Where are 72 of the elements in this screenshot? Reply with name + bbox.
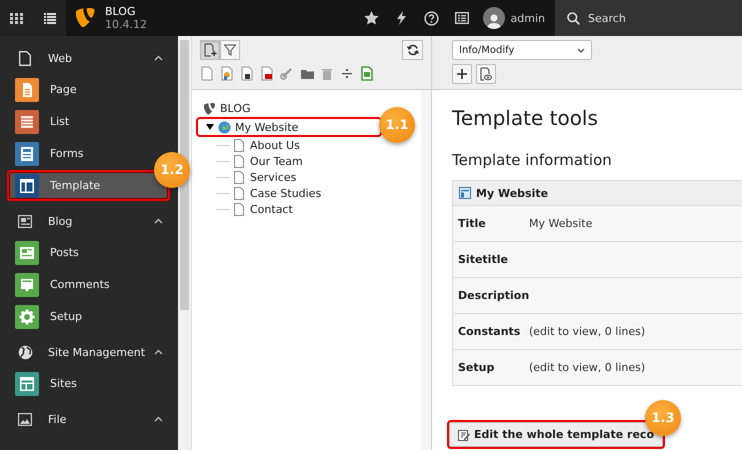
page-eye-icon <box>480 67 492 81</box>
filter-icon <box>224 44 236 56</box>
lightning-icon <box>397 11 406 25</box>
tree-node[interactable]: Contact <box>196 201 293 217</box>
sidebar-group-header[interactable]: Web <box>0 43 178 73</box>
field-value: (edit to view, 0 lines) <box>529 361 646 374</box>
section-title: Template information <box>452 150 613 170</box>
star-icon <box>364 11 380 25</box>
search-icon <box>567 12 580 24</box>
sidebar-item[interactable]: Page <box>7 74 152 105</box>
filter-button[interactable] <box>220 40 240 60</box>
sidebar-item[interactable]: Forms <box>7 138 152 169</box>
version-label: 10.4.12 <box>105 18 147 31</box>
newspaper-icon <box>18 214 32 228</box>
tree-node[interactable]: About Us <box>196 137 300 153</box>
page-icon <box>19 50 31 66</box>
module-menu-dropdown[interactable]: Info/Modify <box>452 40 592 60</box>
sidebar-item[interactable]: List <box>7 106 152 137</box>
logo-icon <box>76 8 96 28</box>
globe-icon <box>218 120 231 134</box>
globe-icon <box>18 344 32 360</box>
new-page-button[interactable] <box>200 40 220 60</box>
sidebar-item[interactable]: Sites <box>7 368 152 399</box>
sidebar-item[interactable]: Posts <box>7 237 152 268</box>
chevron-down-icon <box>577 48 585 52</box>
page-icon <box>234 154 244 168</box>
edit-icon <box>458 428 470 440</box>
field-value: My Website <box>529 217 592 230</box>
page-icon <box>234 202 244 216</box>
page-icon[interactable] <box>240 66 254 81</box>
list-icon <box>44 12 56 24</box>
user-menu[interactable]: admin <box>482 0 545 36</box>
help-icon <box>424 10 440 26</box>
tree-root[interactable]: BLOG <box>196 100 250 117</box>
edit-record-button[interactable]: Edit the whole template reco <box>449 422 663 447</box>
divider-icon[interactable] <box>340 66 354 81</box>
page-icon <box>234 138 244 152</box>
grid-icon <box>10 12 23 24</box>
sidebar-group-header[interactable]: Blog <box>0 206 178 236</box>
sidebar-item[interactable]: Comments <box>7 269 152 300</box>
page-plus-icon <box>204 43 216 57</box>
field-label: Sitetitle <box>458 253 509 266</box>
sidebar-item[interactable]: Setup <box>7 301 152 332</box>
layout-icon <box>459 187 471 199</box>
callout-badge: 1.1 <box>379 107 415 143</box>
logo-icon <box>204 102 216 114</box>
tree-node[interactable]: Case Studies <box>196 185 322 201</box>
field-label: Title <box>458 217 487 230</box>
field-label: Constants <box>458 325 522 338</box>
tree-node[interactable]: Our Team <box>196 153 303 169</box>
site-name: BLOG <box>105 5 136 18</box>
field-value: (edit to view, 0 lines) <box>529 325 646 338</box>
refresh-button[interactable] <box>402 40 423 60</box>
plus-icon <box>457 69 467 79</box>
tree-node[interactable]: My Website <box>196 117 382 137</box>
record-title: My Website <box>476 186 548 200</box>
refresh-icon <box>406 44 418 56</box>
field-label: Description <box>458 289 529 302</box>
search-field[interactable]: Search <box>555 0 742 36</box>
list-icon <box>454 12 469 24</box>
page-title: Template tools <box>452 105 599 132</box>
view-button[interactable] <box>476 64 496 84</box>
sidebar-group-header[interactable]: Site Management <box>0 337 178 367</box>
new-button[interactable] <box>452 64 472 84</box>
avatar-icon <box>482 7 505 29</box>
image-icon <box>18 412 32 426</box>
tree-node[interactable]: Services <box>196 169 296 185</box>
field-label: Setup <box>458 361 496 374</box>
sidebar-group-header[interactable]: File <box>0 404 178 434</box>
page-icon[interactable] <box>260 66 274 81</box>
page-icon <box>234 170 244 184</box>
page-icon <box>234 186 244 200</box>
